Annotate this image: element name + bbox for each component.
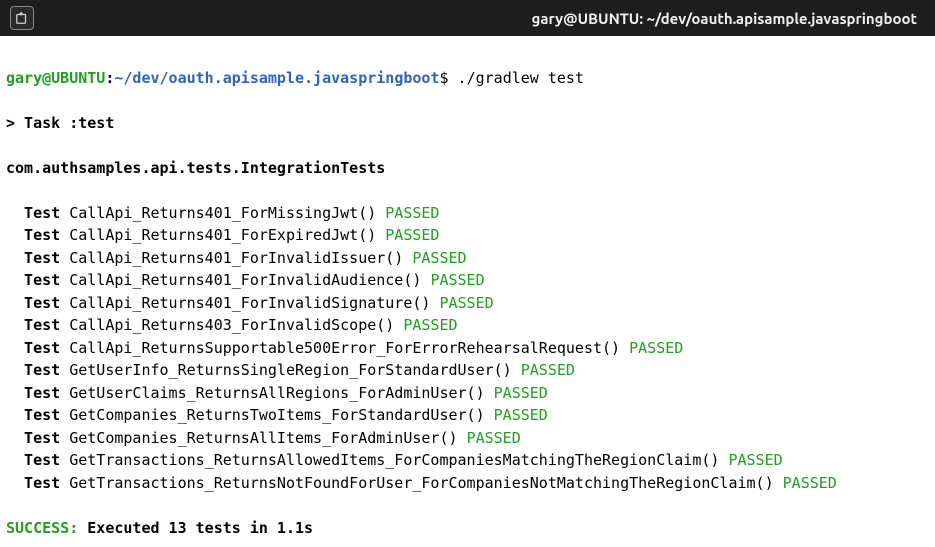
test-result-row: Test CallApi_ReturnsSupportable500Error_… <box>6 337 929 360</box>
test-label: Test <box>24 384 60 402</box>
test-status-passed: PASSED <box>728 451 782 469</box>
test-name: GetUserInfo_ReturnsSingleRegion_ForStand… <box>69 361 512 379</box>
test-label: Test <box>24 406 60 424</box>
test-status-passed: PASSED <box>467 429 521 447</box>
test-result-row: Test GetUserInfo_ReturnsSingleRegion_For… <box>6 359 929 382</box>
test-status-passed: PASSED <box>494 384 548 402</box>
test-name: GetCompanies_ReturnsTwoItems_ForStandard… <box>69 406 484 424</box>
test-result-row: Test CallApi_Returns401_ForInvalidSignat… <box>6 292 929 315</box>
test-result-row: Test CallApi_Returns401_ForExpiredJwt() … <box>6 224 929 247</box>
test-result-row: Test GetUserClaims_ReturnsAllRegions_For… <box>6 382 929 405</box>
test-name: CallApi_Returns403_ForInvalidScope() <box>69 316 394 334</box>
test-label: Test <box>24 226 60 244</box>
new-tab-icon[interactable] <box>10 6 34 30</box>
window-title: gary@UBUNTU: ~/dev/oauth.apisample.javas… <box>46 10 925 27</box>
test-name: CallApi_ReturnsSupportable500Error_ForEr… <box>69 339 620 357</box>
test-label: Test <box>24 361 60 379</box>
test-label: Test <box>24 429 60 447</box>
success-text: Executed 13 tests in 1.1s <box>87 519 313 537</box>
test-label: Test <box>24 339 60 357</box>
test-name: CallApi_Returns401_ForExpiredJwt() <box>69 226 376 244</box>
test-result-row: Test CallApi_Returns401_ForInvalidAudien… <box>6 269 929 292</box>
test-label: Test <box>24 249 60 267</box>
test-status-passed: PASSED <box>385 204 439 222</box>
command-text: ./gradlew test <box>458 69 584 87</box>
test-label: Test <box>24 204 60 222</box>
test-status-passed: PASSED <box>412 249 466 267</box>
test-result-row: Test CallApi_Returns403_ForInvalidScope(… <box>6 314 929 337</box>
test-name: GetTransactions_ReturnsNotFoundForUser_F… <box>69 474 773 492</box>
prompt-path: ~/dev/oauth.apisample.javaspringboot <box>114 69 439 87</box>
task-line: > Task :test <box>6 114 114 132</box>
test-status-passed: PASSED <box>629 339 683 357</box>
prompt-dollar: $ <box>439 69 448 87</box>
test-name: GetTransactions_ReturnsAllowedItems_ForC… <box>69 451 719 469</box>
test-status-passed: PASSED <box>385 226 439 244</box>
test-label: Test <box>24 294 60 312</box>
test-result-row: Test CallApi_Returns401_ForMissingJwt() … <box>6 202 929 225</box>
terminal-output[interactable]: gary@UBUNTU:~/dev/oauth.apisample.javasp… <box>0 36 935 547</box>
test-name: CallApi_Returns401_ForInvalidSignature() <box>69 294 430 312</box>
test-result-row: Test GetCompanies_ReturnsTwoItems_ForSta… <box>6 404 929 427</box>
test-status-passed: PASSED <box>783 474 837 492</box>
test-name: CallApi_Returns401_ForMissingJwt() <box>69 204 376 222</box>
test-name: GetUserClaims_ReturnsAllRegions_ForAdmin… <box>69 384 484 402</box>
test-name: CallApi_Returns401_ForInvalidIssuer() <box>69 249 403 267</box>
test-result-row: Test GetCompanies_ReturnsAllItems_ForAdm… <box>6 427 929 450</box>
test-suite-name: com.authsamples.api.tests.IntegrationTes… <box>6 159 385 177</box>
test-result-row: Test GetTransactions_ReturnsAllowedItems… <box>6 449 929 472</box>
test-label: Test <box>24 316 60 334</box>
prompt-user-host: gary@UBUNTU <box>6 69 105 87</box>
test-name: CallApi_Returns401_ForInvalidAudience() <box>69 271 421 289</box>
window-titlebar: gary@UBUNTU: ~/dev/oauth.apisample.javas… <box>0 0 935 36</box>
test-label: Test <box>24 451 60 469</box>
success-label: SUCCESS: <box>6 519 78 537</box>
test-status-passed: PASSED <box>430 271 484 289</box>
test-status-passed: PASSED <box>439 294 493 312</box>
test-status-passed: PASSED <box>521 361 575 379</box>
test-result-row: Test CallApi_Returns401_ForInvalidIssuer… <box>6 247 929 270</box>
test-label: Test <box>24 271 60 289</box>
test-name: GetCompanies_ReturnsAllItems_ForAdminUse… <box>69 429 457 447</box>
test-status-passed: PASSED <box>403 316 457 334</box>
test-results-list: Test CallApi_Returns401_ForMissingJwt() … <box>6 202 929 495</box>
test-status-passed: PASSED <box>494 406 548 424</box>
test-result-row: Test GetTransactions_ReturnsNotFoundForU… <box>6 472 929 495</box>
test-label: Test <box>24 474 60 492</box>
